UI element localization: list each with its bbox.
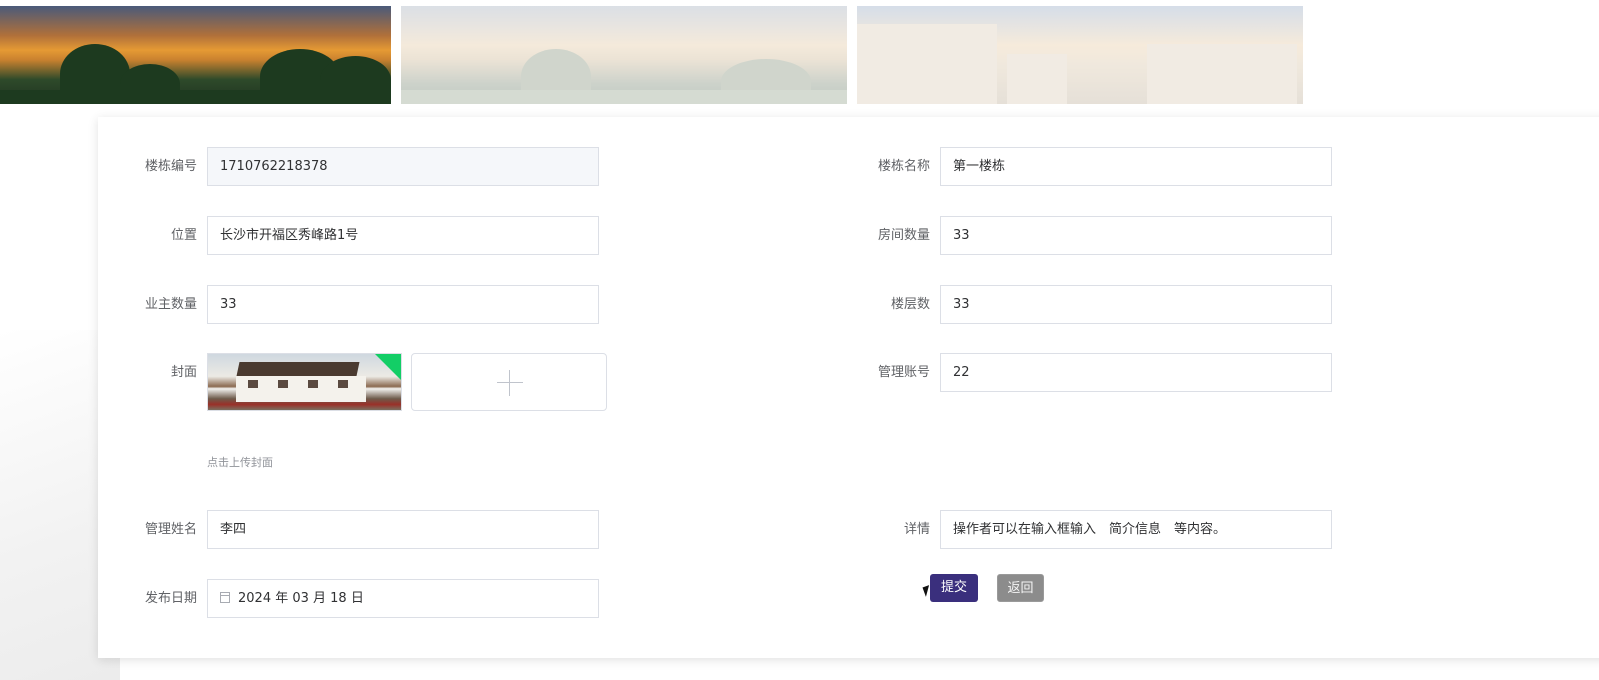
- manager-name-field[interactable]: 李四: [207, 510, 599, 549]
- cover-label: 封面: [170, 365, 197, 380]
- banner-image-3: [857, 6, 1303, 104]
- manager-account-label: 管理账号: [877, 365, 930, 380]
- building-no-field: 1710762218378: [207, 147, 599, 186]
- cover-upload-button[interactable]: [411, 353, 607, 411]
- calendar-icon: [220, 592, 230, 603]
- plus-icon: [497, 382, 523, 383]
- location-label: 位置: [170, 228, 197, 243]
- publish-date-field[interactable]: 2024 年 03 月 18 日: [207, 579, 599, 618]
- floor-count-field[interactable]: 33: [940, 285, 1332, 324]
- cover-thumbnail[interactable]: [207, 353, 402, 411]
- room-count-label: 房间数量: [877, 228, 930, 243]
- back-button[interactable]: 返回: [997, 574, 1044, 602]
- details-label: 详情: [903, 522, 930, 537]
- publish-date-value: 2024 年 03 月 18 日: [238, 591, 364, 606]
- building-name-label: 楼栋名称: [877, 159, 930, 174]
- building-no-label: 楼栋编号: [144, 159, 197, 174]
- manager-name-label: 管理姓名: [144, 522, 197, 537]
- check-corner-icon: [375, 354, 401, 380]
- banner-image-1: [0, 6, 391, 104]
- manager-account-field[interactable]: 22: [940, 353, 1332, 392]
- owner-count-label: 业主数量: [144, 297, 197, 312]
- floor-count-label: 楼层数: [890, 297, 930, 312]
- submit-button[interactable]: 提交: [930, 574, 978, 602]
- owner-count-field[interactable]: 33: [207, 285, 599, 324]
- publish-date-label: 发布日期: [144, 591, 197, 606]
- room-count-field[interactable]: 33: [940, 216, 1332, 255]
- building-name-field[interactable]: 第一楼栋: [940, 147, 1332, 186]
- location-field[interactable]: 长沙市开福区秀峰路1号: [207, 216, 599, 255]
- banner-image-2: [401, 6, 847, 104]
- building-edit-form: 楼栋编号 1710762218378 楼栋名称 第一楼栋 位置 长沙市开福区秀峰…: [98, 117, 1599, 658]
- details-field[interactable]: 操作者可以在输入框输入 简介信息 等内容。: [940, 510, 1332, 549]
- cover-upload-hint: 点击上传封面: [207, 456, 273, 469]
